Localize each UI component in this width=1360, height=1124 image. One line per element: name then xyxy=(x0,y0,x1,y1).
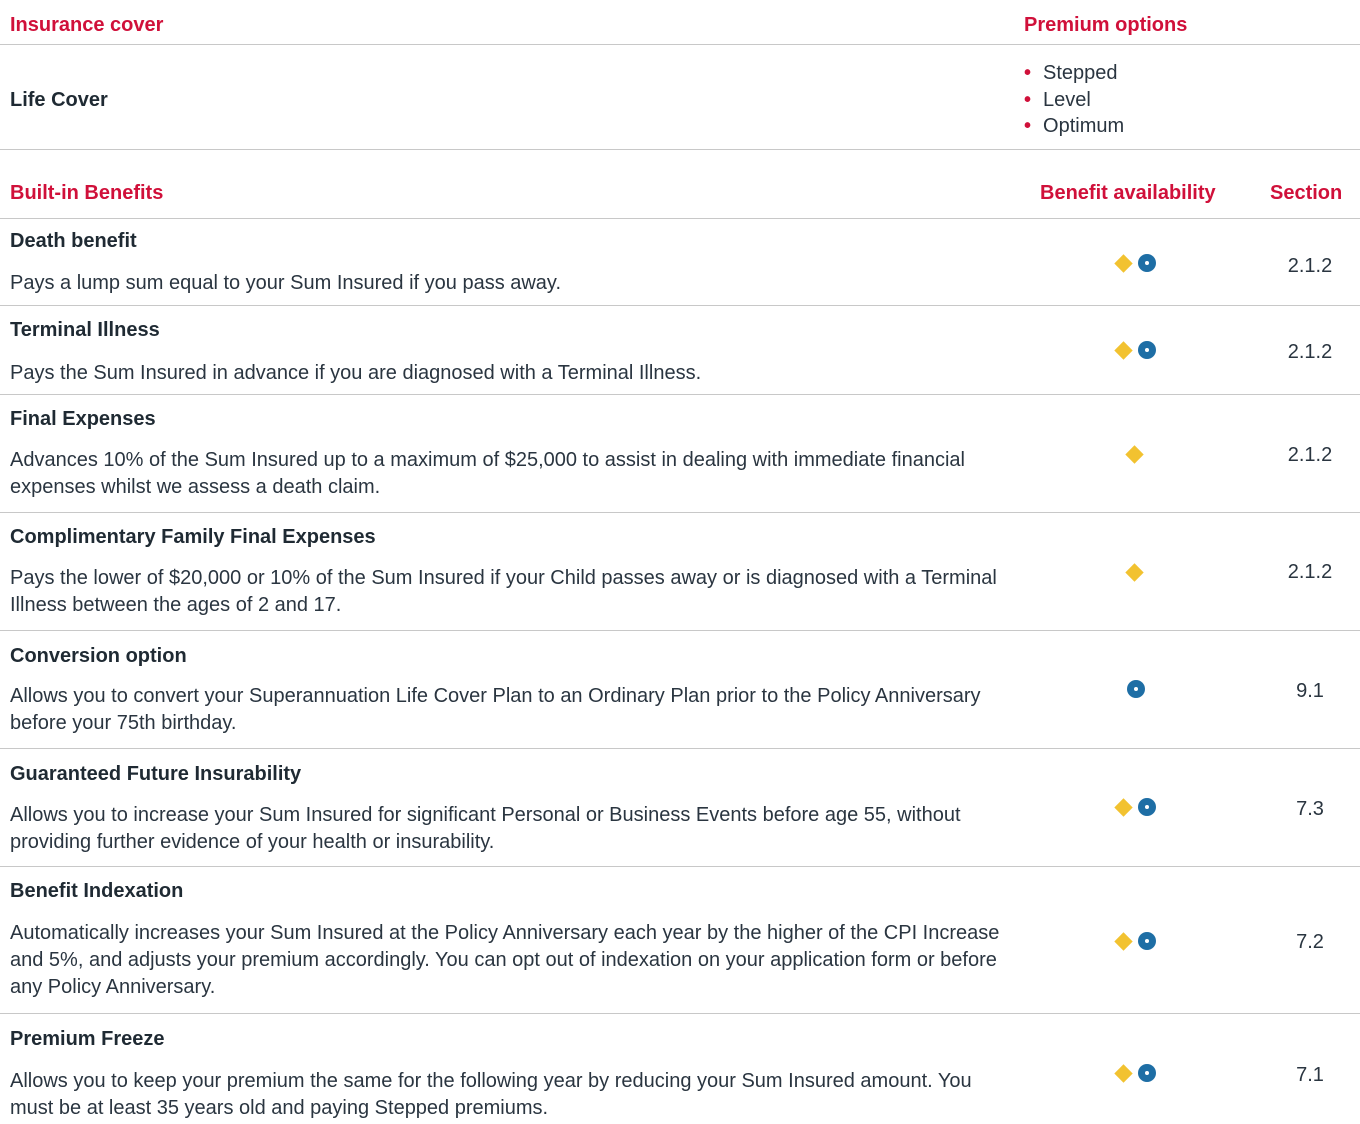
premium-option-label: Optimum xyxy=(1043,115,1125,137)
premium-options-list: • Stepped • Level • Optimum xyxy=(1024,60,1124,140)
benefit-title: Complimentary Family Final Expenses xyxy=(10,526,376,548)
benefit-title: Final Expenses xyxy=(10,408,156,430)
circle-icon xyxy=(1127,680,1145,698)
divider xyxy=(0,630,1360,631)
circle-icon xyxy=(1138,254,1156,272)
benefit-section: 7.1 xyxy=(1296,1064,1324,1086)
benefit-title: Terminal Illness xyxy=(10,319,160,341)
benefit-title: Death benefit xyxy=(10,230,137,252)
circle-icon xyxy=(1138,341,1156,359)
benefit-availability xyxy=(1114,341,1164,363)
benefit-section: 7.2 xyxy=(1296,931,1324,953)
divider xyxy=(0,305,1360,306)
header-insurance-cover: Insurance cover xyxy=(10,14,164,36)
benefit-description: Automatically increases your Sum Insured… xyxy=(10,922,1000,998)
benefit-description: Advances 10% of the Sum Insured up to a … xyxy=(10,449,965,498)
diamond-icon xyxy=(1114,1064,1133,1083)
benefit-description: Pays a lump sum equal to your Sum Insure… xyxy=(10,272,562,294)
benefit-description: Allows you to convert your Superannuatio… xyxy=(10,685,981,734)
diamond-icon xyxy=(1114,254,1133,273)
diamond-icon xyxy=(1125,563,1144,582)
benefit-availability xyxy=(1114,1064,1164,1086)
benefit-section: 7.3 xyxy=(1296,798,1324,820)
benefit-section: 9.1 xyxy=(1296,680,1324,702)
header-built-in-benefits: Built-in Benefits xyxy=(10,182,164,204)
diamond-icon xyxy=(1114,341,1133,360)
benefit-title: Guaranteed Future Insurability xyxy=(10,763,302,785)
divider xyxy=(0,748,1360,749)
header-benefit-availability: Benefit availability xyxy=(1040,182,1216,204)
benefit-availability xyxy=(1114,563,1164,585)
bullet-icon: • xyxy=(1024,62,1032,84)
circle-icon xyxy=(1138,932,1156,950)
benefits-page: Insurance cover Premium options Life Cov… xyxy=(0,0,1360,1124)
benefit-description: Allows you to increase your Sum Insured … xyxy=(10,804,961,853)
circle-icon xyxy=(1138,1064,1156,1082)
diamond-icon xyxy=(1125,445,1144,464)
divider xyxy=(0,149,1360,150)
benefit-section: 2.1.2 xyxy=(1287,561,1333,583)
divider xyxy=(0,1013,1360,1014)
divider xyxy=(0,218,1360,219)
benefit-title: Premium Freeze xyxy=(10,1028,165,1050)
divider xyxy=(0,512,1360,513)
divider xyxy=(0,866,1360,867)
premium-option-item: • Optimum xyxy=(1024,113,1124,140)
premium-option-item: • Stepped xyxy=(1024,60,1124,87)
benefit-availability xyxy=(1114,798,1164,820)
benefit-title: Conversion option xyxy=(10,645,187,667)
benefit-availability xyxy=(1114,254,1164,276)
benefit-section: 2.1.2 xyxy=(1287,444,1333,466)
benefit-section: 2.1.2 xyxy=(1287,341,1333,363)
bullet-icon: • xyxy=(1024,88,1032,111)
benefit-description: Pays the lower of $20,000 or 10% of the … xyxy=(10,567,997,616)
premium-option-label: Stepped xyxy=(1043,62,1118,84)
circle-icon xyxy=(1138,798,1156,816)
divider xyxy=(0,44,1360,45)
diamond-icon xyxy=(1114,932,1133,951)
header-section: Section xyxy=(1270,182,1343,204)
header-premium-options: Premium options xyxy=(1024,14,1188,36)
benefit-availability xyxy=(1114,932,1164,954)
cover-name: Life Cover xyxy=(10,89,108,111)
benefit-description: Allows you to keep your premium the same… xyxy=(10,1070,972,1119)
diamond-icon xyxy=(1114,798,1133,817)
benefit-section: 2.1.2 xyxy=(1287,255,1333,277)
bullet-icon: • xyxy=(1024,115,1032,137)
benefit-description: Pays the Sum Insured in advance if you a… xyxy=(10,362,702,384)
benefit-title: Benefit Indexation xyxy=(10,880,184,902)
premium-option-item: • Level xyxy=(1024,87,1124,114)
benefit-availability xyxy=(1114,680,1164,702)
premium-option-label: Level xyxy=(1043,88,1091,111)
benefit-availability xyxy=(1114,445,1164,467)
divider xyxy=(0,394,1360,395)
